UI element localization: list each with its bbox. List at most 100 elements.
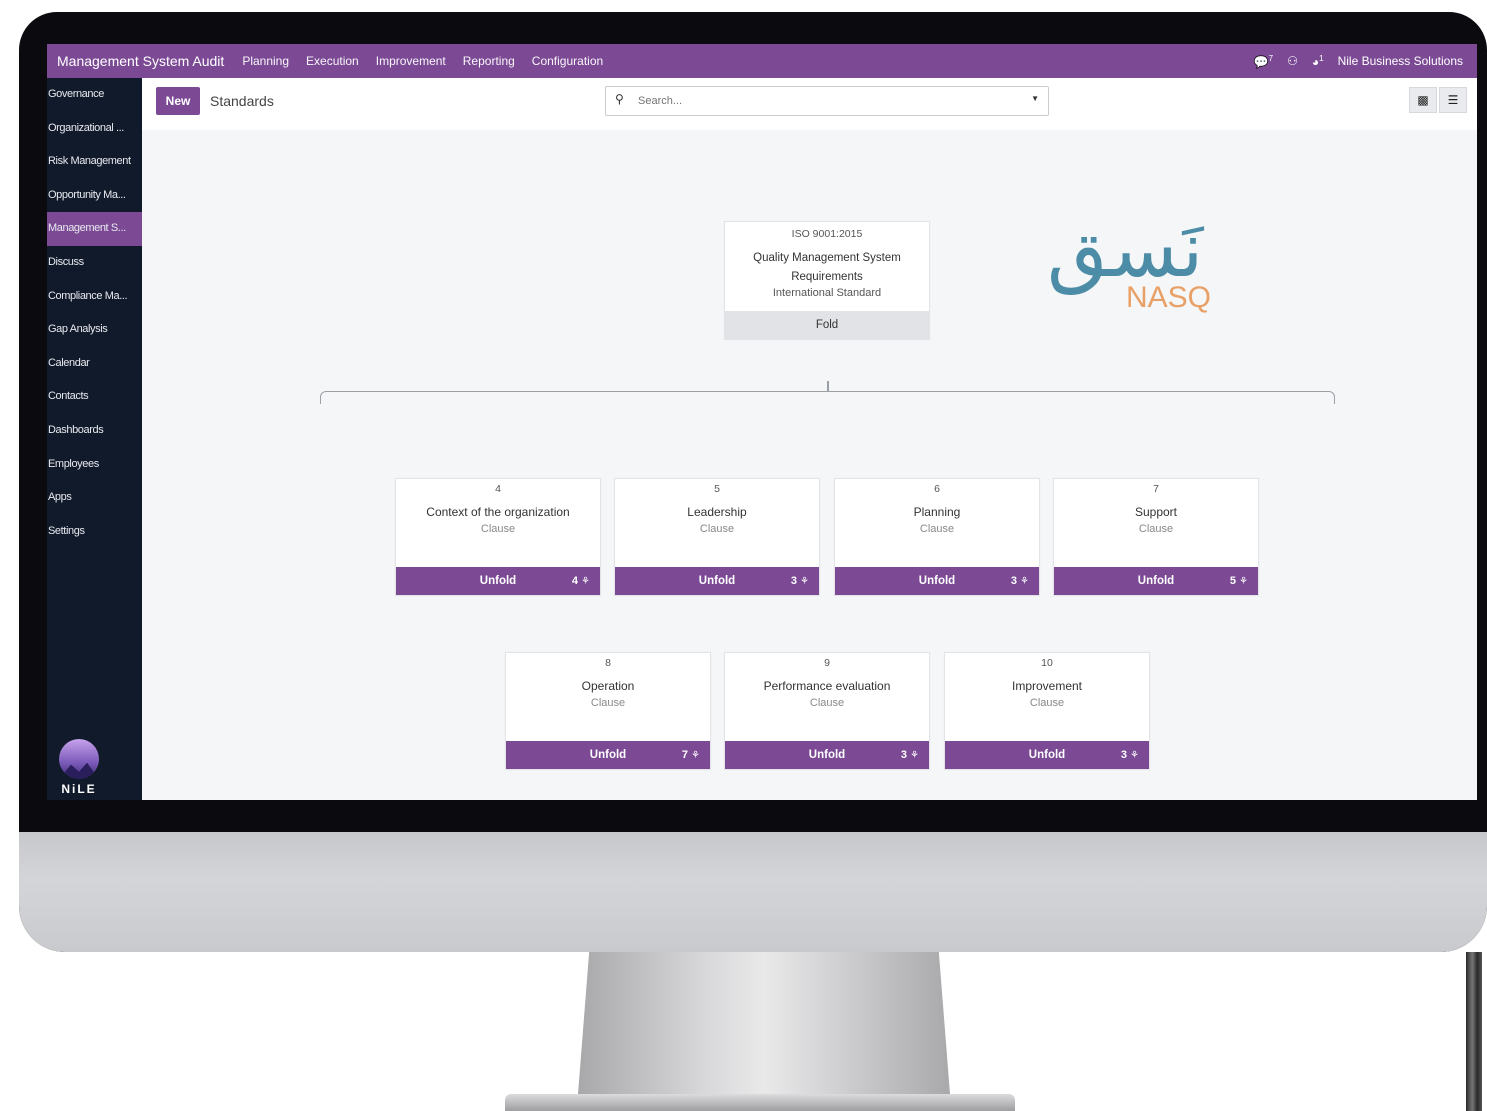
control-panel: New Standards ⚲ ▼ ▩ ☰	[142, 78, 1477, 130]
root-title: Quality Management System Requirements	[725, 249, 929, 287]
clause-card: 7 Support Clause Unfold 5 ⚘	[1053, 478, 1259, 596]
clause-type: Clause	[1138, 523, 1174, 535]
sidebar-item-apps[interactable]: Apps	[47, 481, 142, 515]
sidebar: Governance Organizational ... Risk Manag…	[47, 78, 142, 800]
clause-card: 5 Leadership Clause Unfold 3 ⚘	[614, 478, 820, 596]
monitor-cable	[1466, 952, 1482, 1111]
clause-name: Planning	[913, 505, 961, 519]
nile-logo-text: NiLE	[61, 782, 97, 796]
clause-number: 9	[824, 657, 830, 669]
unfold-button[interactable]: Unfold 5 ⚘	[1054, 567, 1258, 595]
app-screen: Management System Audit Planning Executi…	[47, 44, 1477, 800]
search-icon: ⚲	[615, 92, 624, 106]
clause-card: 6 Planning Clause Unfold 3 ⚘	[834, 478, 1040, 596]
org-chart-icon: ⚘	[581, 576, 590, 587]
sidebar-item-gap-analysis[interactable]: Gap Analysis	[47, 313, 142, 347]
activity-badge: 1	[1319, 53, 1324, 63]
main-content: New Standards ⚲ ▼ ▩ ☰ ISO 9001:2015 Qual…	[142, 78, 1477, 800]
clause-type: Clause	[919, 523, 955, 535]
chat-icon[interactable]: 💬7	[1254, 54, 1273, 69]
sidebar-item-dashboards[interactable]: Dashboards	[47, 414, 142, 448]
sidebar-item-discuss[interactable]: Discuss	[47, 246, 142, 280]
unfold-label: Unfold	[479, 575, 517, 587]
unfold-button[interactable]: Unfold 3 ⚘	[725, 741, 929, 769]
children-bracket	[320, 391, 1335, 404]
org-chart-icon: ⚘	[1130, 750, 1139, 761]
child-count: 3 ⚘	[1010, 575, 1029, 587]
root-node: ISO 9001:2015 Quality Management System …	[724, 221, 930, 340]
unfold-label: Unfold	[1028, 749, 1066, 761]
unfold-button[interactable]: Unfold 3 ⚘	[835, 567, 1039, 595]
unfold-button[interactable]: Unfold 3 ⚘	[945, 741, 1149, 769]
sidebar-item-management-system[interactable]: Management S...	[47, 212, 142, 246]
unfold-label: Unfold	[918, 575, 956, 587]
clause-name: Leadership	[687, 505, 747, 519]
sidebar-item-organizational[interactable]: Organizational ...	[47, 112, 142, 146]
new-button[interactable]: New	[156, 87, 200, 115]
nile-logo-icon	[59, 739, 99, 779]
search-box[interactable]: ⚲ ▼	[605, 86, 1049, 116]
dropdown-caret-icon[interactable]: ▼	[1031, 94, 1039, 103]
child-count: 3 ⚘	[900, 749, 919, 761]
topbar-right: 💬7 ⚇ ◕1 Nile Business Solutions	[1254, 54, 1463, 69]
search-input[interactable]	[636, 91, 1010, 111]
sidebar-item-employees[interactable]: Employees	[47, 448, 142, 482]
sidebar-item-governance[interactable]: Governance	[47, 78, 142, 112]
clause-number: 7	[1153, 483, 1159, 495]
unfold-label: Unfold	[698, 575, 736, 587]
unfold-button[interactable]: Unfold 3 ⚘	[615, 567, 819, 595]
monitor-base	[505, 1094, 1015, 1111]
root-title-line2: Requirements	[791, 271, 863, 283]
clause-card: 10 Improvement Clause Unfold 3 ⚘	[944, 652, 1150, 770]
sidebar-item-opportunity[interactable]: Opportunity Ma...	[47, 179, 142, 213]
menu-configuration[interactable]: Configuration	[532, 54, 603, 68]
menu-execution[interactable]: Execution	[306, 54, 359, 68]
clause-name: Improvement	[1011, 679, 1083, 693]
clause-card: 9 Performance evaluation Clause Unfold 3…	[724, 652, 930, 770]
root-subtitle: International Standard	[772, 287, 882, 299]
sidebar-item-compliance[interactable]: Compliance Ma...	[47, 280, 142, 314]
org-chart-icon: ⚘	[691, 750, 700, 761]
org-chart-icon: ⚘	[1239, 576, 1248, 587]
sidebar-item-contacts[interactable]: Contacts	[47, 380, 142, 414]
clause-type: Clause	[809, 697, 845, 709]
clause-number: 10	[1041, 657, 1053, 669]
child-count: 4 ⚘	[571, 575, 590, 587]
clause-card: 8 Operation Clause Unfold 7 ⚘	[505, 652, 711, 770]
connector-line	[827, 381, 829, 391]
hierarchy-view-icon[interactable]: ▩	[1409, 87, 1437, 113]
clause-name: Operation	[581, 679, 635, 693]
unfold-button[interactable]: Unfold 7 ⚘	[506, 741, 710, 769]
clause-type: Clause	[480, 523, 516, 535]
company-name[interactable]: Nile Business Solutions	[1338, 54, 1463, 68]
clause-type: Clause	[590, 697, 626, 709]
chat-badge: 7	[1268, 53, 1274, 63]
menu-reporting[interactable]: Reporting	[463, 54, 515, 68]
unfold-button[interactable]: Unfold 4 ⚘	[396, 567, 600, 595]
top-navbar: Management System Audit Planning Executi…	[47, 44, 1477, 78]
menu-improvement[interactable]: Improvement	[376, 54, 446, 68]
app-title[interactable]: Management System Audit	[57, 53, 224, 69]
unfold-label: Unfold	[808, 749, 846, 761]
menu-planning[interactable]: Planning	[242, 54, 289, 68]
clause-name: Context of the organization	[426, 505, 570, 519]
root-title-line1: Quality Management System	[753, 252, 901, 264]
list-view-icon[interactable]: ☰	[1439, 87, 1467, 113]
clause-name: Performance evaluation	[763, 679, 891, 693]
clause-number: 6	[934, 483, 940, 495]
sidebar-item-risk-management[interactable]: Risk Management	[47, 145, 142, 179]
child-count: 3 ⚘	[790, 575, 809, 587]
user-icon[interactable]: ⚇	[1287, 54, 1298, 68]
child-count: 5 ⚘	[1229, 575, 1248, 587]
clause-type: Clause	[699, 523, 735, 535]
monitor-stand	[578, 952, 950, 1094]
sidebar-item-settings[interactable]: Settings	[47, 515, 142, 549]
standard-code: ISO 9001:2015	[791, 228, 863, 240]
fold-button[interactable]: Fold	[725, 311, 929, 339]
child-count: 7 ⚘	[681, 749, 700, 761]
breadcrumb: Standards	[210, 93, 274, 109]
monitor-frame: Management System Audit Planning Executi…	[19, 12, 1487, 952]
unfold-label: Unfold	[1137, 575, 1175, 587]
sidebar-item-calendar[interactable]: Calendar	[47, 347, 142, 381]
activity-icon[interactable]: ◕1	[1312, 54, 1324, 69]
